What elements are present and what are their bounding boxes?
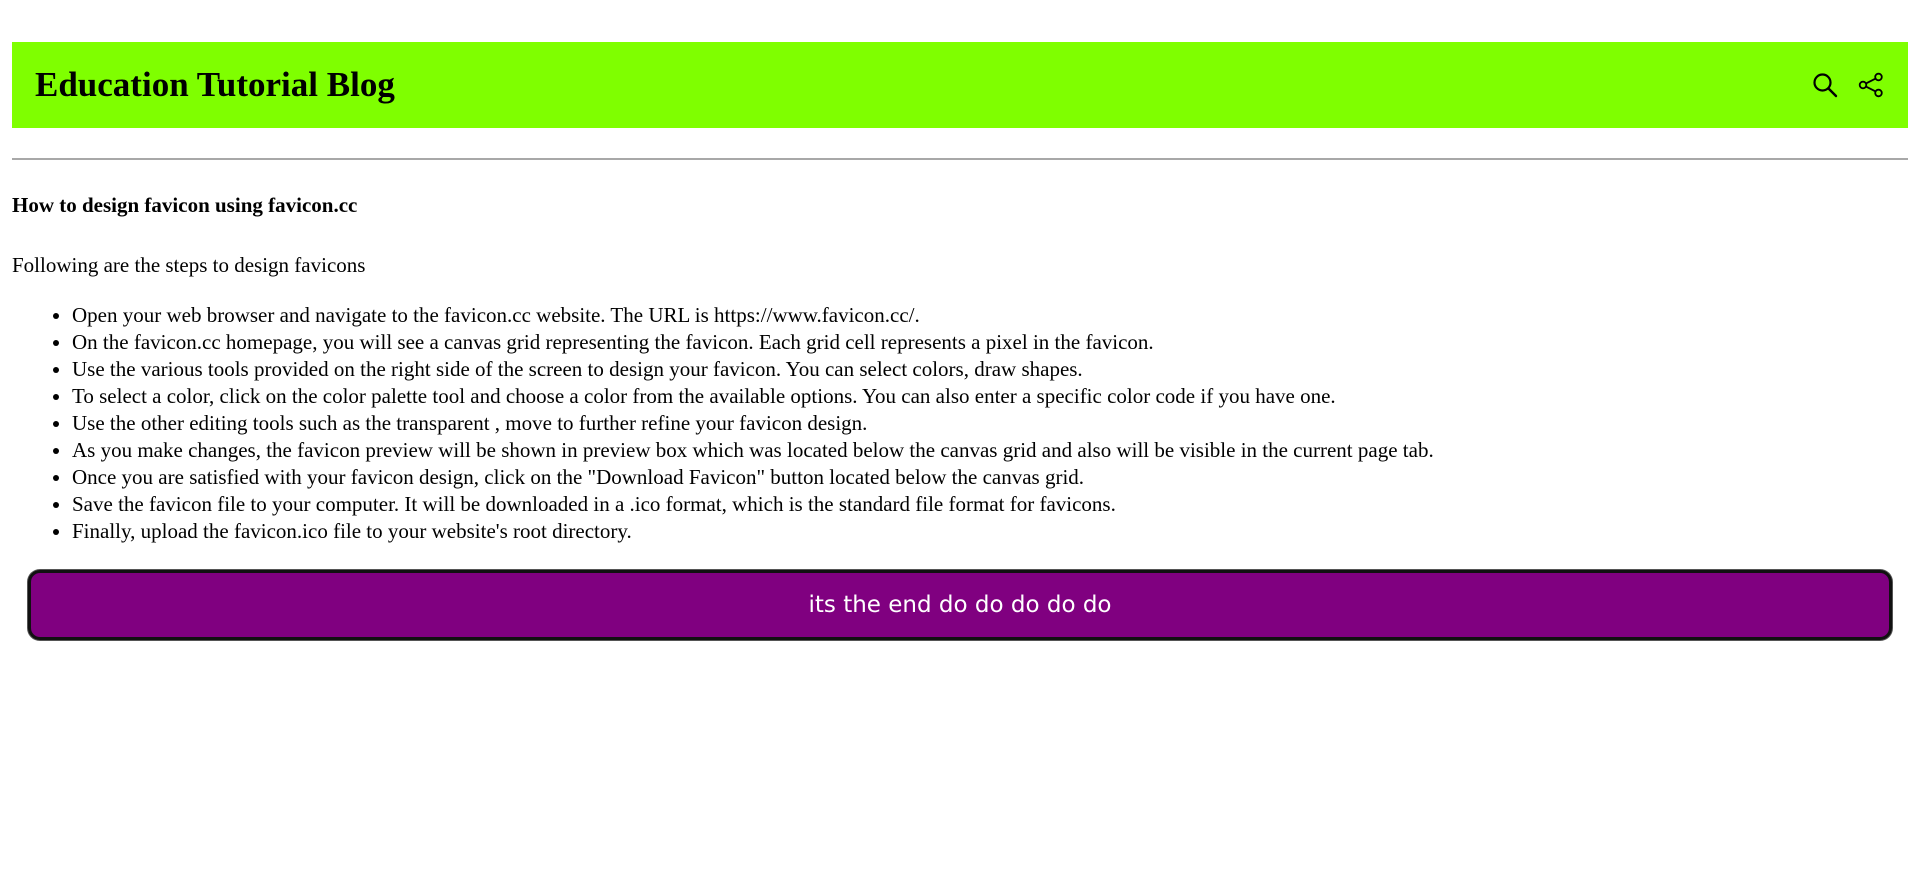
steps-list: Open your web browser and navigate to th…: [12, 302, 1434, 545]
list-item: As you make changes, the favicon preview…: [72, 437, 1434, 464]
list-item: Use the other editing tools such as the …: [72, 410, 1434, 437]
blog-title: Education Tutorial Blog: [35, 65, 395, 104]
list-item: Open your web browser and navigate to th…: [72, 302, 1434, 329]
header-actions: [1810, 70, 1886, 100]
search-icon: [1813, 73, 1838, 98]
share-icon: [1858, 72, 1883, 98]
search-button[interactable]: [1810, 70, 1840, 100]
list-item: To select a color, click on the color pa…: [72, 383, 1434, 410]
list-item: Once you are satisfied with your favicon…: [72, 464, 1434, 491]
list-item: Use the various tools provided on the ri…: [72, 356, 1434, 383]
list-item: On the favicon.cc homepage, you will see…: [72, 329, 1434, 356]
divider: [12, 158, 1908, 160]
site-header: Education Tutorial Blog: [12, 42, 1908, 128]
share-button[interactable]: [1856, 70, 1886, 100]
article-intro: Following are the steps to design favico…: [12, 253, 366, 277]
page: Education Tutorial Blog How to design fa…: [0, 0, 1920, 892]
list-item: Finally, upload the favicon.ico file to …: [72, 518, 1434, 545]
article-title: How to design favicon using favicon.cc: [12, 193, 358, 217]
list-item: Save the favicon file to your computer. …: [72, 491, 1434, 518]
end-button[interactable]: its the end do do do do do: [28, 570, 1892, 640]
